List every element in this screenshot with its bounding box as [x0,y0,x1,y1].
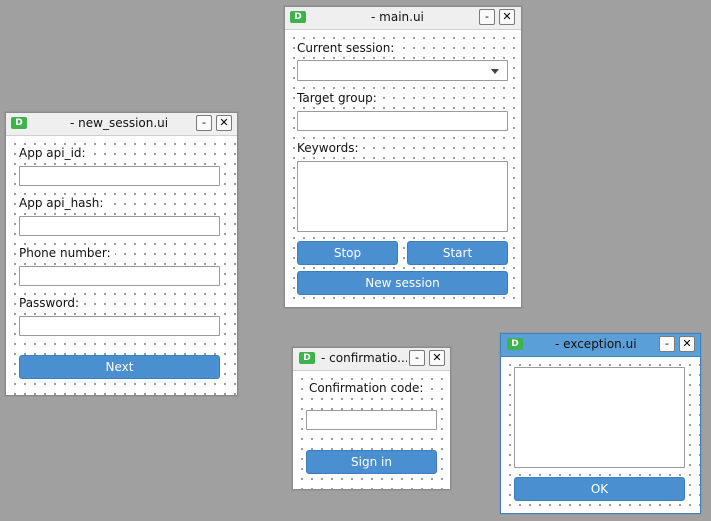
new-session-button[interactable]: New session [297,271,508,295]
exception-titlebar[interactable]: D - exception.ui - ✕ [501,334,700,357]
exception-window-title: - exception.ui [555,337,637,351]
api-hash-label: App api_hash: [19,196,108,210]
exception-window: D - exception.ui - ✕ OK [500,333,701,514]
minimize-icon[interactable]: - [659,336,675,352]
designer-app-icon: D [290,11,306,23]
keywords-label: Keywords: [297,141,363,155]
exception-text-box[interactable] [514,367,685,468]
close-icon[interactable]: ✕ [429,350,445,366]
target-group-label: Target group: [297,91,381,105]
confirmation-code-label: Confirmation code: [309,381,428,395]
new-session-titlebar[interactable]: D - new_session.ui - ✕ [6,113,237,136]
current-session-combobox[interactable] [297,60,508,81]
main-titlebar[interactable]: D - main.ui - ✕ [285,7,521,30]
sign-in-button[interactable]: Sign in [306,450,437,474]
confirmation-titlebar[interactable]: D - confirmatio... - ✕ [293,348,450,371]
api-id-label: App api_id: [19,146,90,160]
close-icon[interactable]: ✕ [499,9,515,25]
password-input[interactable] [19,316,220,336]
target-group-input[interactable] [297,111,508,131]
confirmation-window-title: - confirmatio... [321,351,407,365]
minimize-icon[interactable]: - [196,115,212,131]
close-icon[interactable]: ✕ [679,336,695,352]
keywords-textarea[interactable] [297,161,508,232]
new-session-window-title: - new_session.ui [70,116,169,130]
confirmation-form-canvas: Confirmation code: Sign in [293,371,450,489]
main-window-title: - main.ui [371,10,424,24]
new-session-form-canvas: App api_id: App api_hash: Phone number: … [6,136,237,395]
main-form-canvas: Current session: Target group: Keywords:… [285,30,521,307]
api-hash-input[interactable] [19,216,220,236]
designer-app-icon: D [299,352,315,364]
designer-app-icon: D [11,117,27,129]
password-label: Password: [19,296,84,310]
phone-number-input[interactable] [19,266,220,286]
designer-app-icon: D [507,338,523,350]
phone-number-label: Phone number: [19,246,115,260]
confirmation-code-input[interactable] [306,410,437,430]
stop-button[interactable]: Stop [297,241,398,265]
close-icon[interactable]: ✕ [216,115,232,131]
current-session-label: Current session: [297,41,399,55]
main-window: D - main.ui - ✕ Current session: Target … [284,6,522,308]
minimize-icon[interactable]: - [479,9,495,25]
confirmation-window: D - confirmatio... - ✕ Confirmation code… [292,347,451,490]
start-button[interactable]: Start [407,241,508,265]
next-button[interactable]: Next [19,355,220,379]
api-id-input[interactable] [19,166,220,186]
minimize-icon[interactable]: - [409,350,425,366]
chevron-down-icon[interactable] [491,69,499,74]
ok-button[interactable]: OK [514,477,685,501]
new-session-window: D - new_session.ui - ✕ App api_id: App a… [5,112,238,396]
exception-form-canvas: OK [501,357,700,513]
